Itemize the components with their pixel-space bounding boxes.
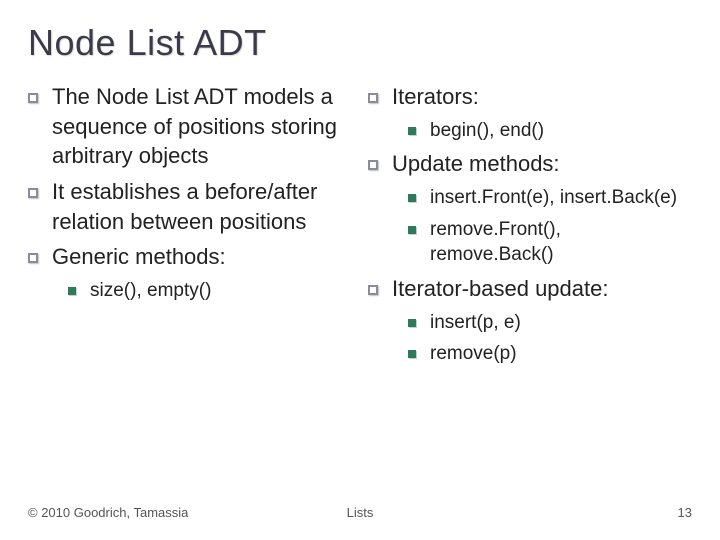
small-square-bullet-icon <box>408 350 416 358</box>
footer-page-number: 13 <box>678 505 692 520</box>
small-square-bullet-icon <box>408 194 416 202</box>
slide: Node List ADT The Node List ADT models a… <box>0 0 720 540</box>
square-bullet-icon <box>28 253 38 263</box>
sub-bullet-text: begin(), end() <box>430 118 544 144</box>
list-item: Iterators: <box>368 82 688 112</box>
sub-bullet-text: remove(p) <box>430 341 517 367</box>
sub-bullet-text: insert(p, e) <box>430 310 521 336</box>
small-square-bullet-icon <box>68 287 76 295</box>
list-item: Generic methods: <box>28 242 358 272</box>
small-square-bullet-icon <box>408 226 416 234</box>
bullet-text: Iterators: <box>392 82 479 112</box>
square-bullet-icon <box>368 93 378 103</box>
footer-copyright: © 2010 Goodrich, Tamassia <box>28 505 188 520</box>
sub-list-item: begin(), end() <box>368 118 688 144</box>
bullet-text: It establishes a before/after relation b… <box>52 177 358 236</box>
slide-footer: © 2010 Goodrich, Tamassia Lists 13 <box>28 505 692 520</box>
right-column: Iterators: begin(), end() Update methods… <box>368 82 688 373</box>
sub-list-item: size(), empty() <box>28 278 358 304</box>
sub-list-item: remove.Front(), remove.Back() <box>368 217 688 268</box>
left-column: The Node List ADT models a sequence of p… <box>28 82 358 373</box>
footer-center: Lists <box>347 505 374 520</box>
small-square-bullet-icon <box>408 127 416 135</box>
sub-list-item: insert(p, e) <box>368 310 688 336</box>
bullet-text: Generic methods: <box>52 242 226 272</box>
sub-bullet-text: remove.Front(), remove.Back() <box>430 217 688 268</box>
list-item: Update methods: <box>368 149 688 179</box>
small-square-bullet-icon <box>408 319 416 327</box>
list-item: Iterator-based update: <box>368 274 688 304</box>
bullet-text: Update methods: <box>392 149 560 179</box>
sub-bullet-text: size(), empty() <box>90 278 211 304</box>
square-bullet-icon <box>28 188 38 198</box>
slide-title: Node List ADT <box>28 22 692 64</box>
sub-bullet-text: insert.Front(e), insert.Back(e) <box>430 185 677 211</box>
square-bullet-icon <box>28 93 38 103</box>
square-bullet-icon <box>368 160 378 170</box>
list-item: The Node List ADT models a sequence of p… <box>28 82 358 171</box>
list-item: It establishes a before/after relation b… <box>28 177 358 236</box>
sub-list-item: remove(p) <box>368 341 688 367</box>
bullet-text: Iterator-based update: <box>392 274 608 304</box>
content-columns: The Node List ADT models a sequence of p… <box>28 82 692 373</box>
bullet-text: The Node List ADT models a sequence of p… <box>52 82 358 171</box>
square-bullet-icon <box>368 285 378 295</box>
sub-list-item: insert.Front(e), insert.Back(e) <box>368 185 688 211</box>
